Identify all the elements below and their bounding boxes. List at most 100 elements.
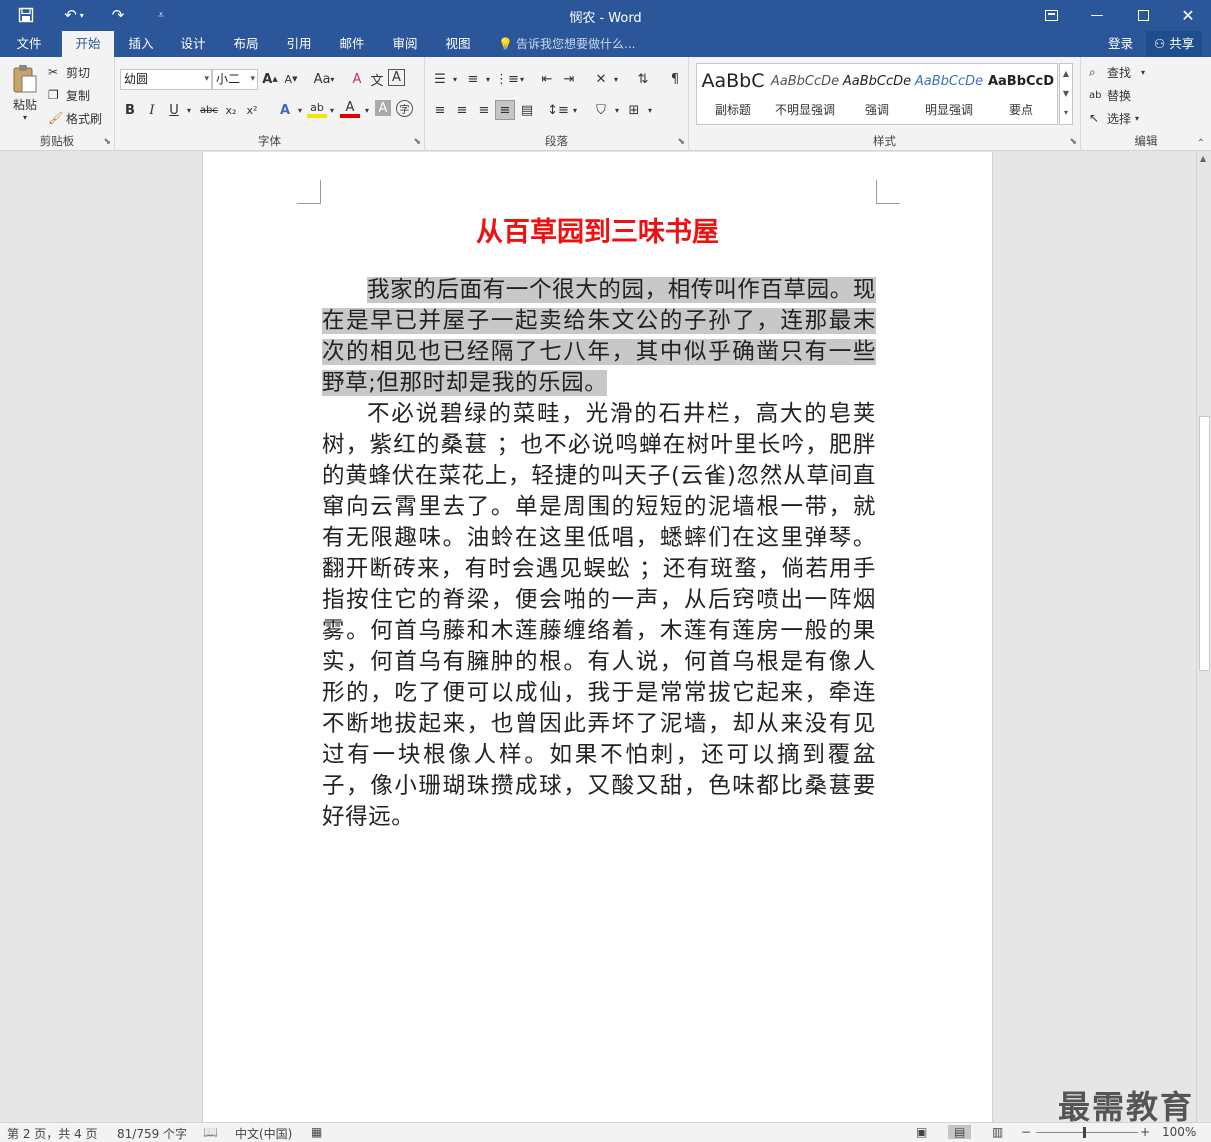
increase-indent-icon[interactable]: ⇥ [559, 69, 579, 89]
tab-references[interactable]: 引用 [276, 31, 322, 57]
style-subtitle[interactable]: AaBbC 副标题 [697, 64, 769, 124]
person-icon: ⚇ [1154, 36, 1170, 51]
cut-label: 剪切 [66, 65, 91, 80]
dialog-launcher-icon[interactable]: ⬊ [1069, 137, 1077, 147]
language-indicator[interactable]: 中文(中国) [235, 1125, 292, 1142]
zoom-out-icon[interactable]: − [1021, 1125, 1031, 1139]
maximize-icon[interactable] [1120, 0, 1166, 31]
document-page[interactable]: 从百草园到三味书屋 我家的后面有一个很大的园，相传叫作百草园。现在是早已并屋子一… [202, 152, 993, 1122]
format-painter-button[interactable]: 🖌 格式刷 [48, 108, 102, 128]
ribbon-display-options-icon[interactable] [1028, 0, 1074, 31]
phonetic-guide-icon[interactable]: 文 [367, 69, 387, 89]
collapse-ribbon-icon[interactable]: ⌃ [1197, 138, 1205, 149]
dialog-launcher-icon[interactable]: ⬊ [103, 137, 111, 147]
document-body[interactable]: 我家的后面有一个很大的园，相传叫作百草园。现在是早已并屋子一起卖给朱文公的子孙了… [322, 275, 876, 833]
distributed-icon[interactable]: ▤ [517, 100, 537, 120]
style-strong[interactable]: AaBbCcD 要点 [985, 64, 1057, 124]
show-paragraph-marks-icon[interactable]: ¶ [665, 69, 685, 89]
styles-scroll[interactable]: ▲ ▼ ▾ [1059, 63, 1073, 125]
zoom-level[interactable]: 100% [1162, 1125, 1196, 1139]
web-layout-icon[interactable]: ▥ [992, 1125, 1003, 1139]
select-button[interactable]: ↖ 选择 ▾ [1089, 108, 1139, 128]
clear-formatting-icon[interactable]: A [347, 69, 367, 89]
character-shading-icon[interactable]: A [375, 100, 391, 116]
bold-button[interactable]: B [120, 100, 140, 120]
zoom-slider[interactable] [1036, 1132, 1138, 1133]
strikethrough-button[interactable]: abc [197, 100, 221, 120]
style-intense-emphasis[interactable]: AaBbCcDe 明显强调 [913, 64, 985, 124]
italic-button[interactable]: I [142, 100, 162, 120]
tab-design[interactable]: 设计 [170, 31, 216, 57]
proofing-icon[interactable]: 📖 [203, 1125, 218, 1139]
chevron-up-icon[interactable]: ▲ [1200, 154, 1206, 163]
tab-file[interactable]: 文件 [6, 31, 52, 57]
tab-view[interactable]: 视图 [435, 31, 481, 57]
chevron-down-icon[interactable]: ▾ [606, 69, 626, 89]
vertical-scrollbar[interactable]: ▲ [1196, 152, 1211, 1122]
replace-label: 替换 [1107, 88, 1132, 103]
macro-icon[interactable]: ▦ [311, 1125, 322, 1139]
style-emphasis[interactable]: AaBbCcDe 强调 [841, 64, 913, 124]
tab-layout[interactable]: 布局 [223, 31, 269, 57]
search-icon: ⌕ [1089, 64, 1096, 79]
chevron-up-icon[interactable]: ▲ [1060, 64, 1072, 84]
chevron-down-icon[interactable]: ▾ [357, 100, 377, 120]
tab-review[interactable]: 审阅 [382, 31, 428, 57]
align-right-icon[interactable]: ≡ [474, 100, 494, 120]
replace-button[interactable]: ab 替换 [1089, 85, 1131, 105]
tell-me-search[interactable]: 告诉我您想要做什么... [516, 31, 635, 57]
align-left-icon[interactable]: ≡ [430, 100, 450, 120]
font-group-label: 字体 [258, 134, 281, 148]
tab-home[interactable]: 开始 [62, 31, 114, 57]
margin-corner-mark [297, 180, 321, 204]
document-title[interactable]: 从百草园到三味书屋 [203, 210, 992, 249]
tab-mailings[interactable]: 邮件 [329, 31, 375, 57]
sign-in-link[interactable]: 登录 [1108, 31, 1133, 57]
shrink-font-icon[interactable]: A ▼ [281, 69, 301, 89]
font-name-combo[interactable]: 幼圆 ▾ [120, 69, 212, 90]
grow-font-icon[interactable]: A ▲ [260, 69, 280, 89]
chevron-down-icon[interactable]: ▼ [1060, 84, 1072, 104]
chevron-down-icon[interactable]: ▾ [179, 100, 199, 120]
superscript-button[interactable]: x² [242, 100, 262, 120]
style-subtle-emphasis[interactable]: AaBbCcDe 不明显强调 [769, 64, 841, 124]
share-label: 共享 [1169, 36, 1195, 51]
decrease-indent-icon[interactable]: ⇤ [537, 69, 557, 89]
page-count[interactable]: 第 2 页，共 4 页 [7, 1125, 98, 1142]
character-border-icon[interactable]: A [388, 69, 405, 86]
cut-button[interactable]: ✂ 剪切 [48, 62, 90, 82]
find-button[interactable]: ⌕ 查找 ▾ [1089, 62, 1145, 82]
selected-text[interactable]: 我家的后面有一个很大的园，相传叫作百草园。现在是早已并屋子一起卖给朱文公的子孙了… [322, 277, 876, 396]
align-center-icon[interactable]: ≡ [452, 100, 472, 120]
change-case-icon[interactable]: Aa ▾ [310, 69, 338, 89]
chevron-down-icon[interactable]: ▾ [640, 100, 660, 120]
tab-insert[interactable]: 插入 [118, 31, 164, 57]
subscript-button[interactable]: x₂ [221, 100, 241, 120]
sort-icon[interactable]: ⇅ [633, 69, 653, 89]
chevron-down-icon: ▾ [250, 74, 255, 84]
dialog-launcher-icon[interactable]: ⬊ [677, 137, 685, 147]
zoom-in-icon[interactable]: + [1140, 1125, 1150, 1139]
more-icon[interactable]: ▾ [1060, 104, 1072, 122]
read-mode-icon[interactable]: ▣ [916, 1125, 927, 1139]
chevron-down-icon[interactable]: ▾ [445, 69, 465, 89]
scrollbar-thumb[interactable] [1199, 416, 1210, 671]
paste-button[interactable]: 粘贴 ▾ [8, 63, 42, 123]
enclose-characters-icon[interactable]: 字 [396, 100, 413, 117]
paragraph-2[interactable]: 不必说碧绿的菜畦，光滑的石井栏，高大的皂荚树，紫红的桑葚 ；也不必说鸣蝉在树叶里… [322, 399, 876, 833]
share-button[interactable]: ⚇ 共享 [1146, 31, 1203, 57]
zoom-slider-thumb[interactable] [1083, 1127, 1086, 1138]
chevron-down-icon[interactable]: ▾ [565, 100, 585, 120]
chevron-down-icon[interactable]: ▾ [512, 69, 532, 89]
minimize-icon[interactable]: — [1074, 0, 1120, 31]
print-layout-icon[interactable]: ▤ [948, 1125, 972, 1139]
font-size-combo[interactable]: 小二 ▾ [212, 69, 258, 90]
close-icon[interactable]: ✕ [1165, 0, 1211, 31]
justify-icon[interactable]: ≡ [495, 100, 515, 120]
paragraph-1[interactable]: 我家的后面有一个很大的园，相传叫作百草园。现在是早已并屋子一起卖给朱文公的子孙了… [322, 275, 876, 399]
paste-icon [13, 65, 37, 93]
chevron-down-icon[interactable]: ▾ [322, 100, 342, 120]
dialog-launcher-icon[interactable]: ⬊ [413, 137, 421, 147]
word-count[interactable]: 81/759 个字 [117, 1125, 187, 1142]
copy-button[interactable]: ❐ 复制 [48, 85, 90, 105]
